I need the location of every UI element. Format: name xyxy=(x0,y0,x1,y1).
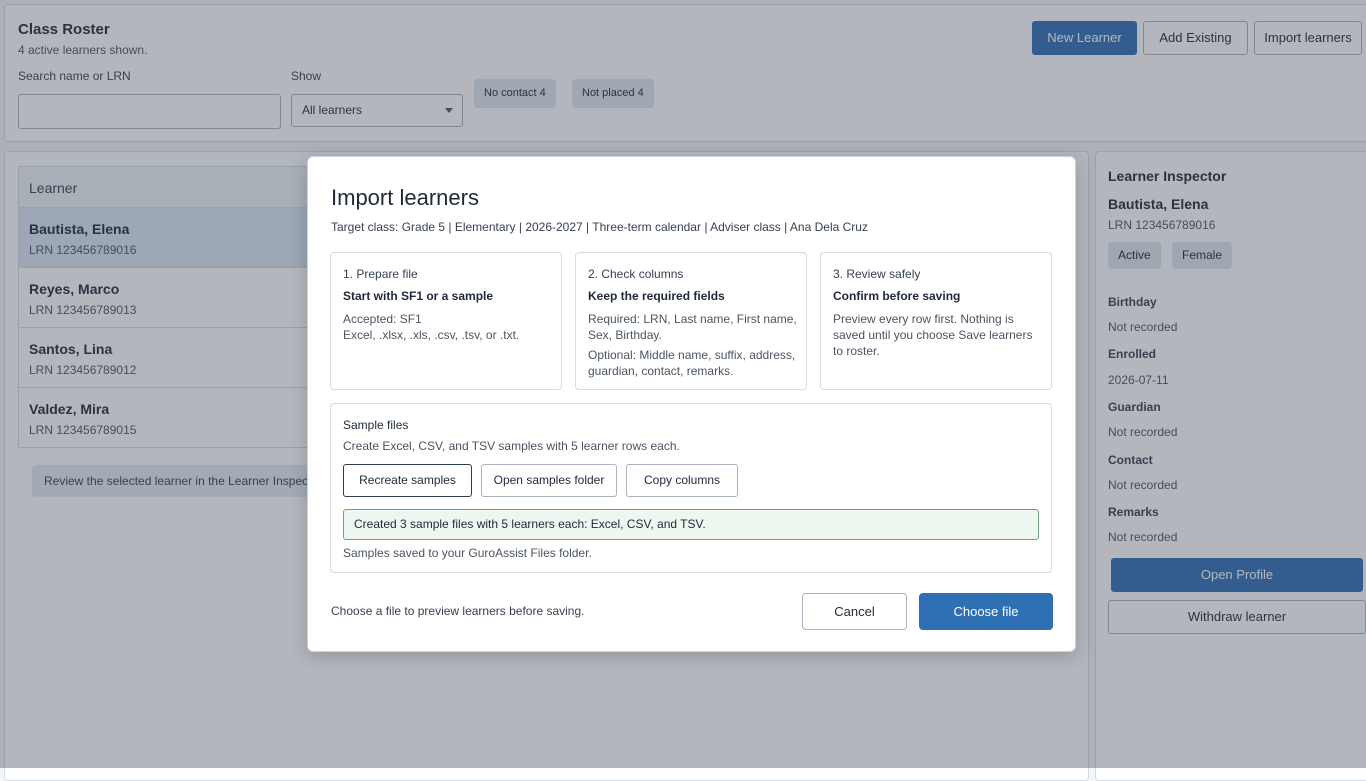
open-samples-folder-button[interactable]: Open samples folder xyxy=(481,464,617,497)
cancel-button[interactable]: Cancel xyxy=(802,593,907,630)
step-body: Required: LRN, Last name, First name, Se… xyxy=(588,312,797,342)
step-check-columns: 2. Check columns Keep the required field… xyxy=(575,252,807,390)
footer-hint: Choose a file to preview learners before… xyxy=(331,604,585,618)
import-learners-dialog: Import learners Target class: Grade 5 | … xyxy=(307,156,1076,652)
recreate-samples-button[interactable]: Recreate samples xyxy=(343,464,472,497)
step-prepare-file: 1. Prepare file Start with SF1 or a samp… xyxy=(330,252,562,390)
sample-files-section: Sample files Create Excel, CSV, and TSV … xyxy=(330,403,1052,573)
step-body: Accepted: SF1 Excel, .xlsx, .xls, .csv, … xyxy=(343,312,520,342)
step-number: 3. Review safely xyxy=(833,267,921,281)
samples-saved-text: Samples saved to your GuroAssist Files f… xyxy=(343,546,592,560)
step-heading: Keep the required fields xyxy=(588,289,725,303)
sample-files-description: Create Excel, CSV, and TSV samples with … xyxy=(343,439,680,453)
choose-file-button[interactable]: Choose file xyxy=(919,593,1053,630)
step-heading: Start with SF1 or a sample xyxy=(343,289,494,303)
step-number: 2. Check columns xyxy=(588,267,684,281)
step-heading: Confirm before saving xyxy=(833,289,961,303)
step-body: Preview every row first. Nothing is save… xyxy=(833,312,1033,358)
step-number: 1. Prepare file xyxy=(343,267,418,281)
step-review-safely: 3. Review safely Confirm before saving P… xyxy=(820,252,1052,390)
step-optional-body: Optional: Middle name, suffix, address, … xyxy=(588,348,796,378)
dialog-title: Import learners xyxy=(331,185,479,210)
target-class-text: Target class: Grade 5 | Elementary | 202… xyxy=(331,220,868,234)
success-message: Created 3 sample files with 5 learners e… xyxy=(343,509,1039,540)
copy-columns-button[interactable]: Copy columns xyxy=(626,464,738,497)
sample-files-title: Sample files xyxy=(343,418,409,432)
